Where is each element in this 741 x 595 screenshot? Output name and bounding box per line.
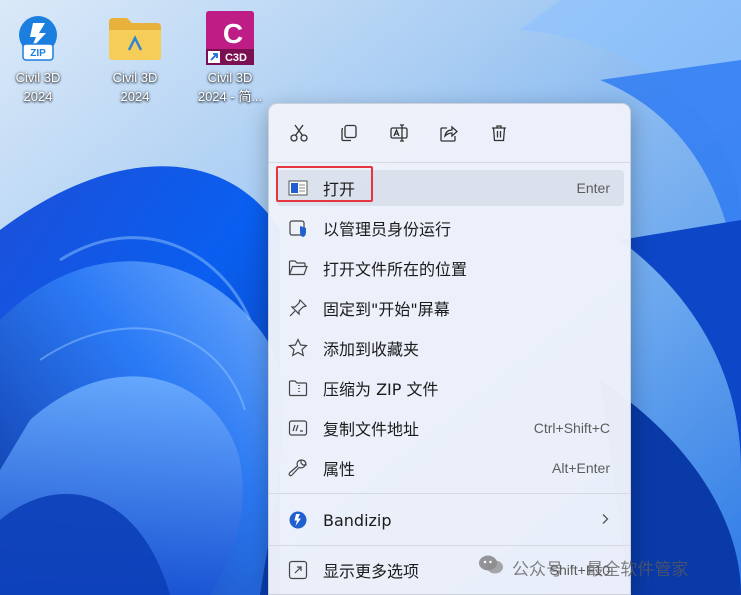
share-icon (440, 125, 458, 142)
desktop-icon-zip[interactable]: ZIP Civil 3D 2024 (0, 8, 78, 106)
menu-item-compress-zip[interactable]: 压缩为 ZIP 文件 (277, 370, 624, 406)
menu-divider (269, 493, 630, 494)
menu-item-label: 添加到收藏夹 (323, 340, 420, 359)
zip-archive-icon: ZIP (10, 8, 66, 68)
watermark-separator: · (569, 557, 575, 577)
menu-item-shortcut: Ctrl+Shift+C (533, 420, 610, 436)
wechat-icon (478, 554, 504, 581)
c3d-badge-text: C3D (225, 52, 247, 64)
desktop-icon-label: Civil 3D (207, 70, 253, 85)
context-menu-toolbar (269, 104, 630, 162)
menu-item-bandizip[interactable]: Bandizip (277, 502, 624, 538)
menu-item-label: 压缩为 ZIP 文件 (323, 380, 439, 399)
watermark-text-left: 公众号 (512, 559, 563, 580)
delete-button[interactable] (483, 117, 515, 149)
menu-item-label: 复制文件地址 (323, 420, 420, 439)
desktop-icon-label: 2024 (120, 89, 150, 104)
c3d-app-icon: C C3D (202, 8, 258, 68)
cut-button[interactable] (283, 117, 315, 149)
folder-icon (107, 8, 163, 68)
rename-icon (390, 124, 408, 142)
menu-item-open-file-location[interactable]: 打开文件所在的位置 (277, 250, 624, 286)
wrench-icon (287, 457, 309, 479)
menu-item-label: 以管理员身份运行 (323, 220, 452, 239)
menu-item-properties[interactable]: 属性 Alt+Enter (277, 450, 624, 486)
star-icon (287, 337, 309, 359)
menu-item-shortcut: Enter (576, 180, 610, 196)
menu-item-label: 固定到"开始"屏幕 (323, 300, 450, 319)
desktop-icon-label: Civil 3D (112, 70, 158, 85)
desktop-icon-label: 2024 (23, 89, 53, 104)
desktop-icon-label: 2024 - 简... (197, 89, 263, 104)
menu-item-label: 显示更多选项 (323, 562, 420, 581)
copy-button[interactable] (333, 117, 365, 149)
menu-item-label: 打开文件所在的位置 (323, 260, 468, 279)
chevron-right-icon (600, 512, 610, 528)
menu-item-shortcut: Alt+Enter (552, 460, 610, 476)
menu-divider (269, 545, 630, 546)
bandizip-icon (287, 509, 309, 531)
context-menu: 打开 Enter 以管理员身份运行 打开文件所在的位置 固定到"开始"屏幕 添加… (268, 103, 631, 595)
menu-item-label: 属性 (323, 460, 356, 479)
share-button[interactable] (433, 117, 465, 149)
zip-badge-text: ZIP (30, 48, 46, 59)
copy-path-icon (287, 417, 309, 439)
menu-item-pin-to-start[interactable]: 固定到"开始"屏幕 (277, 290, 624, 326)
delete-icon (492, 125, 506, 142)
desktop-icon-folder[interactable]: Civil 3D 2024 (95, 8, 175, 106)
menu-item-copy-path[interactable]: 复制文件地址 Ctrl+Shift+C (277, 410, 624, 446)
c3d-letter: C (223, 18, 243, 49)
desktop-icon-label: Civil 3D (15, 70, 61, 85)
watermark-text-right: 最全软件管家 (586, 559, 689, 580)
watermark: 公众号 · 最全软件管家 (478, 552, 688, 582)
menu-divider (269, 162, 630, 163)
admin-shield-icon (287, 217, 309, 239)
folder-open-icon (287, 257, 309, 279)
menu-item-label: Bandizip (323, 510, 392, 530)
menu-item-open[interactable]: 打开 Enter (277, 170, 624, 206)
cut-icon (290, 124, 308, 142)
zip-folder-icon (287, 377, 309, 399)
open-icon (287, 177, 309, 199)
menu-item-run-as-admin[interactable]: 以管理员身份运行 (277, 210, 624, 246)
more-options-icon (287, 559, 309, 581)
menu-item-label: 打开 (323, 180, 356, 199)
copy-icon (341, 124, 357, 142)
pin-icon (287, 297, 309, 319)
menu-item-add-to-favorites[interactable]: 添加到收藏夹 (277, 330, 624, 366)
desktop-icon-c3d[interactable]: C C3D Civil 3D 2024 - 简... (190, 8, 270, 106)
rename-button[interactable] (383, 117, 415, 149)
